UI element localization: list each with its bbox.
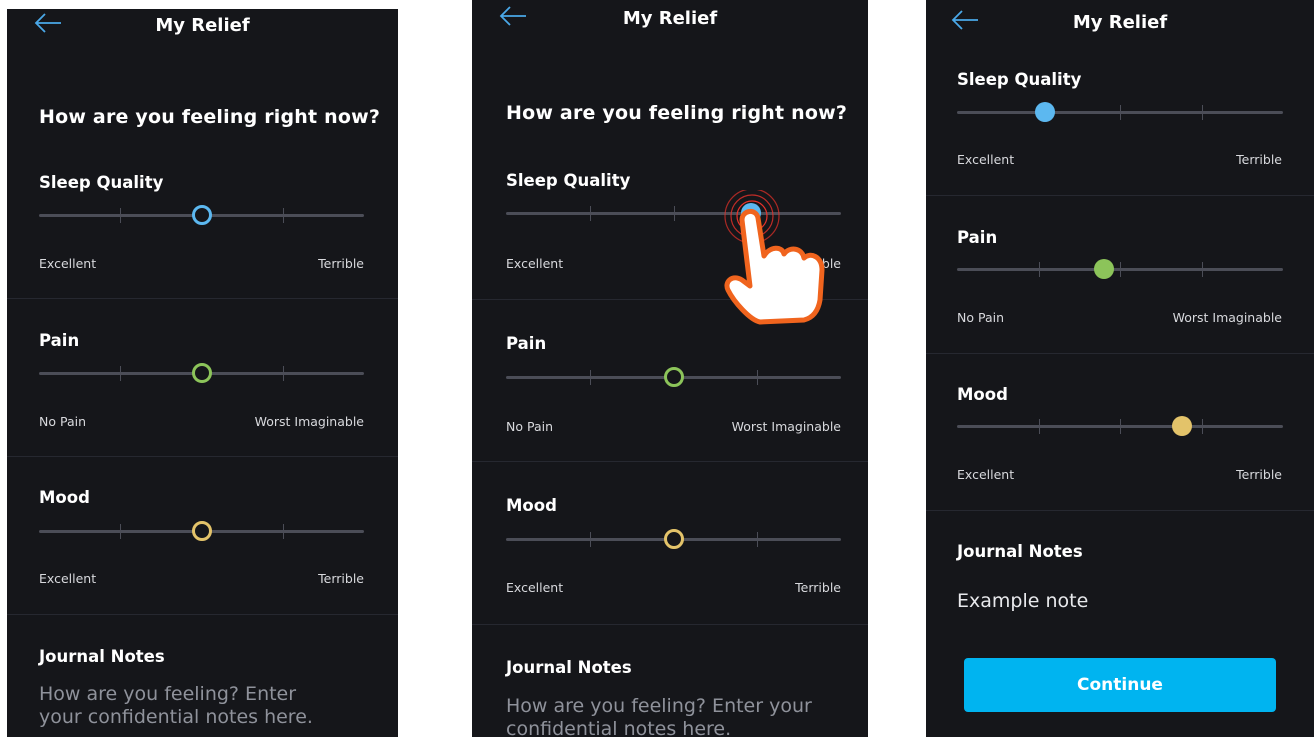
slider-thumb[interactable] [663,367,684,387]
app-header: My Relief [926,0,1314,40]
mood-max-label: Terrible [1236,467,1282,482]
journal-notes-label: Journal Notes [957,542,1083,561]
sleep-min-label: Excellent [506,256,564,271]
slider-thumb[interactable] [1035,102,1056,122]
slider-tick [120,524,122,539]
journal-notes-input[interactable]: How are you feeling? Enter your confiden… [39,683,339,729]
slider-tick [282,524,284,539]
divider [7,298,398,299]
mood-slider[interactable] [39,520,364,542]
divider [472,461,868,462]
slider-tick [673,206,675,221]
pain-min-label: No Pain [39,414,87,429]
divider [7,614,398,615]
pain-slider[interactable] [506,366,841,388]
journal-notes-label: Journal Notes [506,658,632,677]
journal-notes-input[interactable]: How are you feeling? Enter your confiden… [506,695,816,737]
app-header: My Relief [7,9,398,45]
divider [926,510,1314,511]
sleep-max-label: Terrible [318,256,364,271]
sleep-quality-slider[interactable] [957,101,1283,123]
slider-thumb[interactable] [1171,416,1192,436]
page-title: My Relief [155,15,250,36]
sleep-quality-label: Sleep Quality [957,70,1082,89]
pain-max-label: Worst Imaginable [1172,310,1282,325]
pain-label: Pain [39,331,80,350]
sleep-min-label: Excellent [39,256,97,271]
sleep-quality-label: Sleep Quality [39,173,164,192]
divider [472,624,868,625]
slider-thumb[interactable] [740,203,761,223]
mood-slider[interactable] [957,415,1283,437]
slider-tick [589,370,591,385]
slider-tick [1120,105,1121,120]
feeling-question: How are you feeling right now? [39,106,381,128]
slider-tick [1038,262,1040,277]
slider-tick [1120,419,1121,434]
slider-thumb[interactable] [191,521,212,541]
mood-slider[interactable] [506,528,841,550]
slider-tick [1038,419,1040,434]
journal-notes-label: Journal Notes [39,647,165,666]
slider-tick [120,208,122,223]
mood-min-label: Excellent [506,580,564,595]
sleep-min-label: Excellent [957,152,1015,167]
phone-screen-completed: My Relief Sleep Quality Excellent Terrib… [926,0,1314,737]
sleep-max-label: Terrible [1236,152,1282,167]
pain-slider[interactable] [39,362,364,384]
phone-screen-tapping: My Relief How are you feeling right now?… [472,0,868,737]
page-title: My Relief [1072,12,1168,33]
divider [7,456,398,457]
slider-tick [1201,105,1203,120]
slider-tick [589,206,591,221]
mood-min-label: Excellent [957,467,1015,482]
pain-min-label: No Pain [506,419,554,434]
pain-min-label: No Pain [957,310,1005,325]
app-header: My Relief [472,0,868,36]
slider-tick [757,532,759,547]
slider-tick [282,366,284,381]
mood-label: Mood [957,385,1008,404]
slider-thumb[interactable] [663,529,684,549]
divider [926,353,1314,354]
sleep-quality-label: Sleep Quality [506,171,631,190]
slider-tick [282,208,284,223]
sleep-max-label: Terrible [795,256,841,271]
page-title: My Relief [622,8,718,29]
mood-max-label: Terrible [795,580,841,595]
slider-tick [589,532,591,547]
pain-max-label: Worst Imaginable [254,414,364,429]
slider-thumb[interactable] [191,363,212,383]
slider-thumb[interactable] [191,205,212,225]
slider-tick [120,366,122,381]
mood-min-label: Excellent [39,571,97,586]
pain-label: Pain [506,334,547,353]
divider [926,195,1314,196]
mood-max-label: Terrible [318,571,364,586]
journal-notes-input[interactable]: Example note [957,590,1088,612]
slider-tick [757,370,759,385]
phone-screen-initial: My Relief How are you feeling right now?… [7,9,398,737]
pain-max-label: Worst Imaginable [731,419,841,434]
slider-thumb[interactable] [1093,259,1114,279]
feeling-question: How are you feeling right now? [506,102,848,124]
divider [472,299,868,300]
slider-tick [1120,262,1121,277]
pain-label: Pain [957,228,998,247]
slider-tick [1201,419,1203,434]
sleep-quality-slider[interactable] [39,204,364,226]
sleep-quality-slider[interactable] [506,202,841,224]
continue-button[interactable]: Continue [964,658,1276,712]
pain-slider[interactable] [957,258,1283,280]
mood-label: Mood [39,488,90,507]
slider-tick [1201,262,1203,277]
mood-label: Mood [506,496,557,515]
